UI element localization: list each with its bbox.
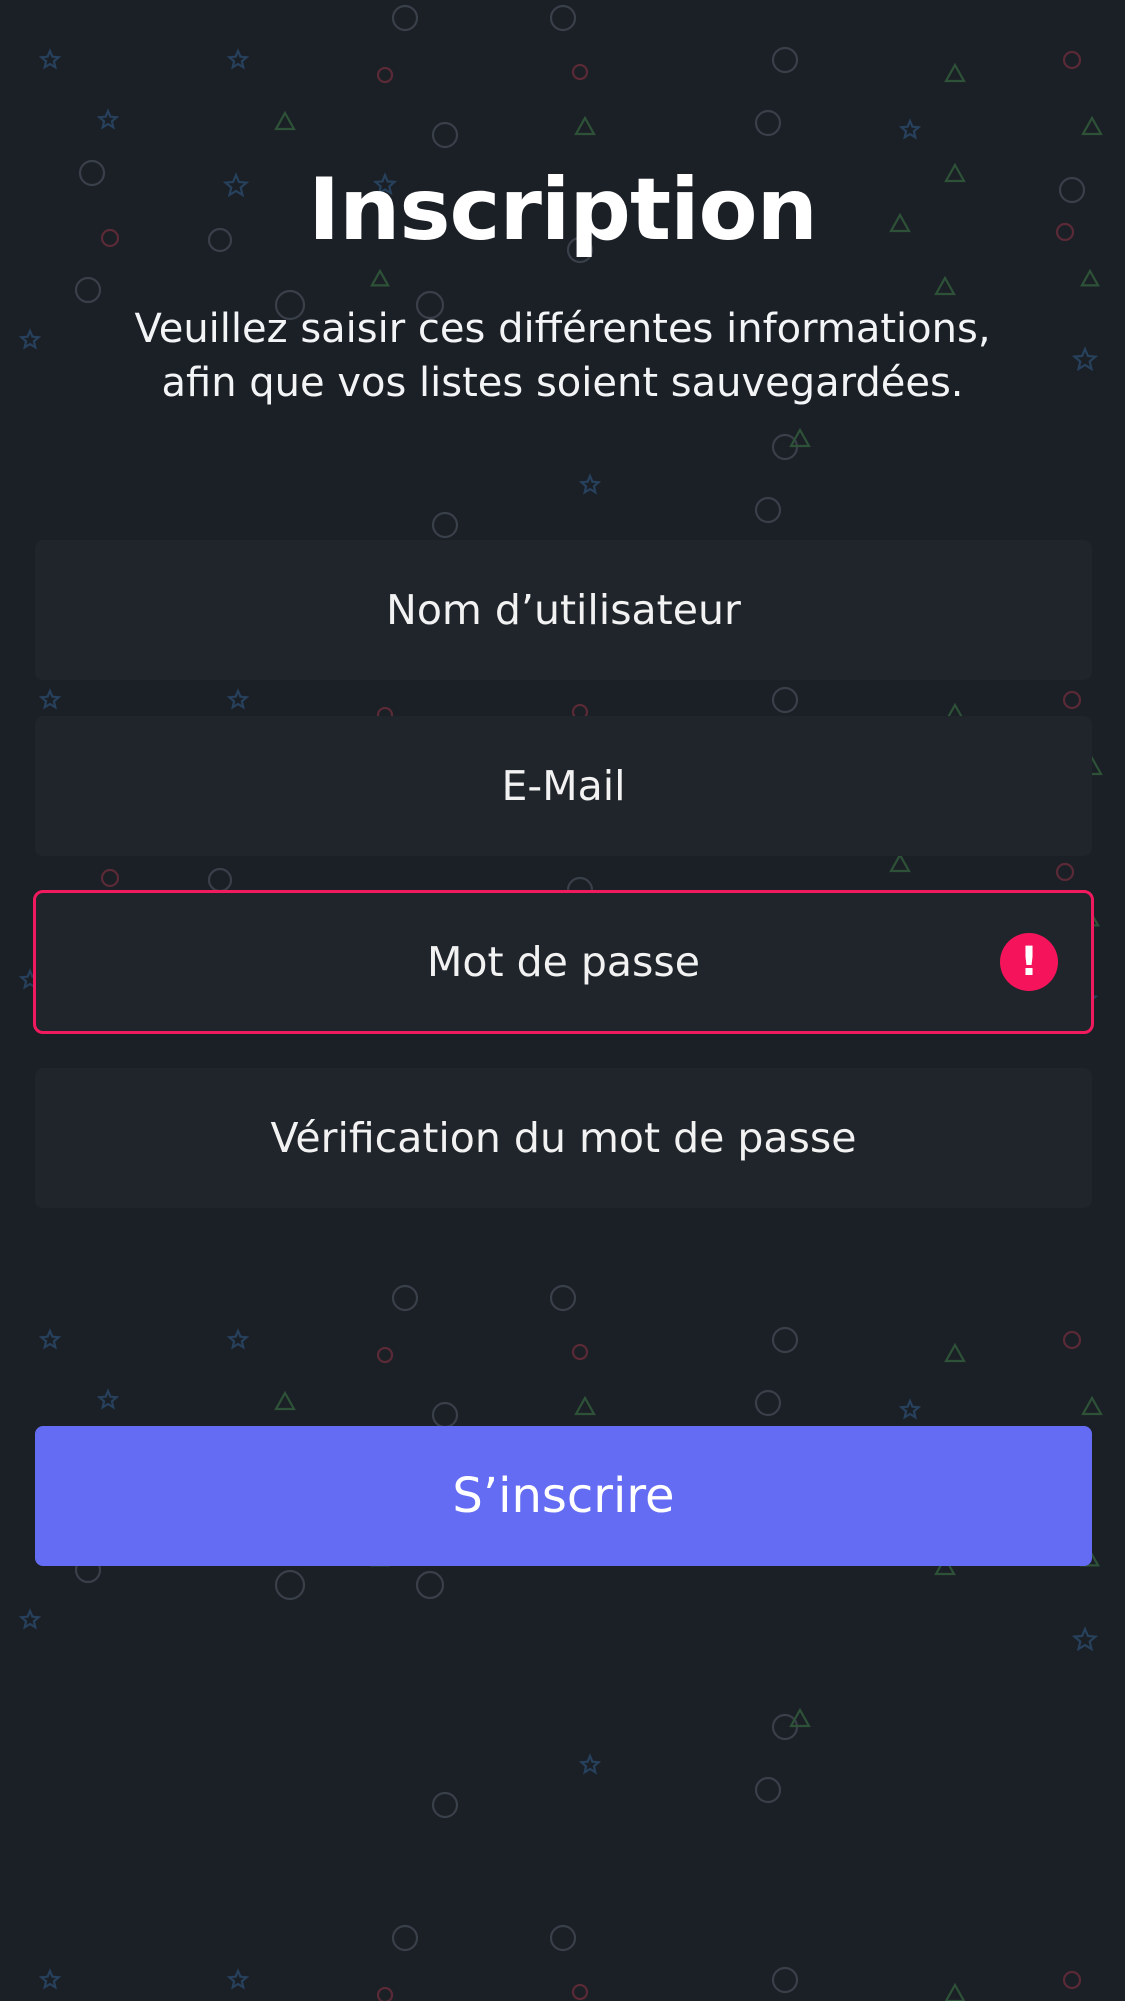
page-subtitle: Veuillez saisir ces différentes informat… [60, 302, 1065, 410]
password-confirm-placeholder: Vérification du mot de passe [270, 1114, 857, 1162]
signup-screen: Inscription Veuillez saisir ces différen… [0, 0, 1125, 2001]
signup-button-label: S’inscrire [452, 1468, 675, 1524]
subtitle-line-1: Veuillez saisir ces différentes informat… [134, 306, 991, 352]
signup-button[interactable]: S’inscrire [35, 1426, 1092, 1566]
password-field[interactable]: Mot de passe ! [33, 890, 1094, 1034]
username-placeholder: Nom d’utilisateur [386, 586, 741, 634]
email-field[interactable]: E-Mail [35, 716, 1092, 856]
error-alert-icon: ! [1000, 933, 1058, 991]
password-confirm-field[interactable]: Vérification du mot de passe [35, 1068, 1092, 1208]
subtitle-line-2: afin que vos listes soient sauvegardées. [161, 360, 964, 406]
password-placeholder: Mot de passe [427, 938, 700, 986]
email-placeholder: E-Mail [501, 762, 626, 810]
username-field[interactable]: Nom d’utilisateur [35, 540, 1092, 680]
page-title: Inscription [308, 160, 818, 260]
